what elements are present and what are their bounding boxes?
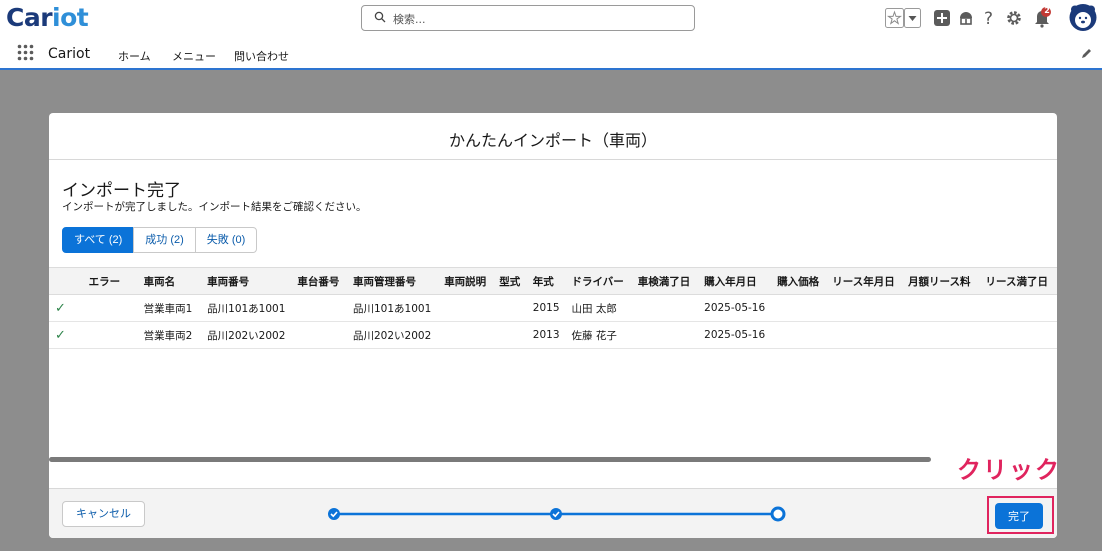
edit-nav-pencil-icon[interactable]	[1081, 48, 1092, 59]
table-cell	[291, 321, 347, 349]
svg-text:?: ?	[984, 9, 993, 27]
table-cell: 品川101あ1001	[347, 294, 439, 322]
column-header-inspection-expiry: 車検満了日	[631, 267, 699, 295]
table-header-row: エラー 車両名 車両番号 車台番号 車両管理番号 車両説明 型式 年式 ドライバ…	[49, 267, 1057, 295]
global-header: Cariot 検索... ? 2	[0, 0, 1102, 36]
cancel-button[interactable]: キャンセル	[62, 501, 145, 527]
user-avatar[interactable]	[1069, 3, 1097, 32]
section-title: インポート完了	[62, 181, 181, 201]
column-header-purchase-date: 購入年月日	[698, 267, 772, 295]
table-cell	[631, 321, 699, 349]
table-cell	[979, 294, 1057, 322]
search-placeholder: 検索...	[393, 13, 426, 26]
table-cell	[438, 294, 494, 322]
column-header-vehicle-number: 車両番号	[201, 267, 292, 295]
global-search-input[interactable]: 検索...	[361, 5, 695, 31]
column-header-chassis-number: 車台番号	[291, 267, 347, 295]
table-cell: 2025-05-16	[698, 294, 772, 322]
logo-text-main: Car	[6, 3, 53, 32]
table-cell: 品川202い2002	[201, 321, 292, 349]
table-cell	[493, 321, 527, 349]
progress-stepper	[328, 506, 786, 522]
app-nav-bar: Cariot ホーム メニュー 問い合わせ	[0, 36, 1102, 70]
column-header-driver: ドライバー	[565, 267, 632, 295]
table-cell	[82, 294, 138, 322]
modal-footer: キャンセル 完了	[49, 488, 1057, 538]
column-header-vehicle-mgmt-number: 車両管理番号	[347, 267, 439, 295]
import-results-table: エラー 車両名 車両番号 車台番号 車両管理番号 車両説明 型式 年式 ドライバ…	[49, 267, 1057, 349]
section-subtitle: インポートが完了しました。インポート結果をご確認ください。	[62, 201, 367, 213]
import-modal: かんたんインポート（車両） インポート完了 インポートが完了しました。インポート…	[49, 113, 1057, 538]
table-cell	[826, 321, 903, 349]
result-filter-group: すべて (2) 成功 (2) 失敗 (0)	[62, 227, 258, 253]
table-cell	[493, 294, 527, 322]
table-cell: 山田 太郎	[565, 294, 632, 322]
column-header-purchase-price: 購入価格	[771, 267, 827, 295]
column-header-vehicle-name: 車両名	[137, 267, 202, 295]
table-cell: 2025-05-16	[698, 321, 772, 349]
filter-all-button[interactable]: すべて (2)	[62, 227, 135, 253]
table-cell: 佐藤 花子	[565, 321, 632, 349]
search-icon	[374, 11, 386, 23]
filter-success-button[interactable]: 成功 (2)	[133, 227, 196, 253]
modal-header: かんたんインポート（車両）	[49, 113, 1057, 160]
click-annotation-highlight-box	[987, 496, 1054, 534]
table-cell	[771, 294, 827, 322]
success-check-icon: ✓	[49, 321, 83, 349]
column-header-status	[49, 267, 83, 295]
table-cell	[82, 321, 138, 349]
table-cell: 品川202い2002	[347, 321, 439, 349]
notification-count-badge: 2	[1044, 6, 1050, 15]
app-name: Cariot	[48, 46, 91, 62]
nav-item-menu[interactable]: メニュー	[172, 48, 216, 64]
column-header-lease-expiry: リース満了日	[979, 267, 1057, 295]
table-cell: 2013	[526, 321, 566, 349]
step-1-complete-icon	[328, 508, 340, 520]
table-cell: 営業車両1	[137, 294, 202, 322]
app-launcher-waffle-icon[interactable]	[17, 44, 34, 61]
import-results-table-container[interactable]: エラー 車両名 車両番号 車台番号 車両管理番号 車両説明 型式 年式 ドライバ…	[49, 267, 1057, 455]
column-header-error: エラー	[82, 267, 138, 295]
logo-text-accent: iot	[52, 3, 89, 32]
table-row: ✓ 営業車両2 品川202い2002 品川202い2002 2013 佐藤 花子…	[49, 321, 1057, 349]
table-cell	[902, 321, 980, 349]
table-cell	[631, 294, 699, 322]
table-row: ✓ 営業車両1 品川101あ1001 品川101あ1001 2015 山田 太郎…	[49, 294, 1057, 322]
table-cell	[771, 321, 827, 349]
table-cell	[979, 321, 1057, 349]
table-cell	[826, 294, 903, 322]
click-annotation-label: クリック	[957, 456, 1061, 484]
cariot-logo[interactable]: Cariot	[6, 3, 89, 32]
favorites-star-icon[interactable]	[885, 8, 904, 28]
help-icon[interactable]: ?	[983, 9, 997, 27]
trailhead-guidance-icon[interactable]	[957, 9, 975, 27]
modal-title: かんたんインポート（車両）	[448, 131, 657, 150]
table-cell: 2015	[526, 294, 566, 322]
column-header-monthly-lease-fee: 月額リース料	[902, 267, 980, 295]
table-cell	[438, 321, 494, 349]
filter-failure-button[interactable]: 失敗 (0)	[194, 227, 258, 253]
setup-gear-icon[interactable]	[1005, 9, 1023, 27]
global-actions-plus-icon[interactable]	[934, 10, 950, 26]
horizontal-scrollbar-thumb[interactable]	[49, 457, 931, 462]
horizontal-scrollbar[interactable]	[49, 457, 1057, 463]
nav-item-home[interactable]: ホーム	[118, 48, 151, 64]
column-header-lease-date: リース年月日	[826, 267, 903, 295]
table-cell: 営業車両2	[137, 321, 202, 349]
column-header-model: 型式	[493, 267, 527, 295]
table-cell	[902, 294, 980, 322]
step-2-complete-icon	[550, 508, 562, 520]
table-cell	[291, 294, 347, 322]
column-header-vehicle-description: 車両説明	[438, 267, 494, 295]
favorites-menu-chevron-icon[interactable]	[904, 8, 921, 28]
success-check-icon: ✓	[49, 294, 83, 322]
column-header-year: 年式	[526, 267, 566, 295]
nav-item-contact[interactable]: 問い合わせ	[234, 48, 289, 64]
step-3-current-icon	[770, 506, 786, 522]
table-cell: 品川101あ1001	[201, 294, 292, 322]
